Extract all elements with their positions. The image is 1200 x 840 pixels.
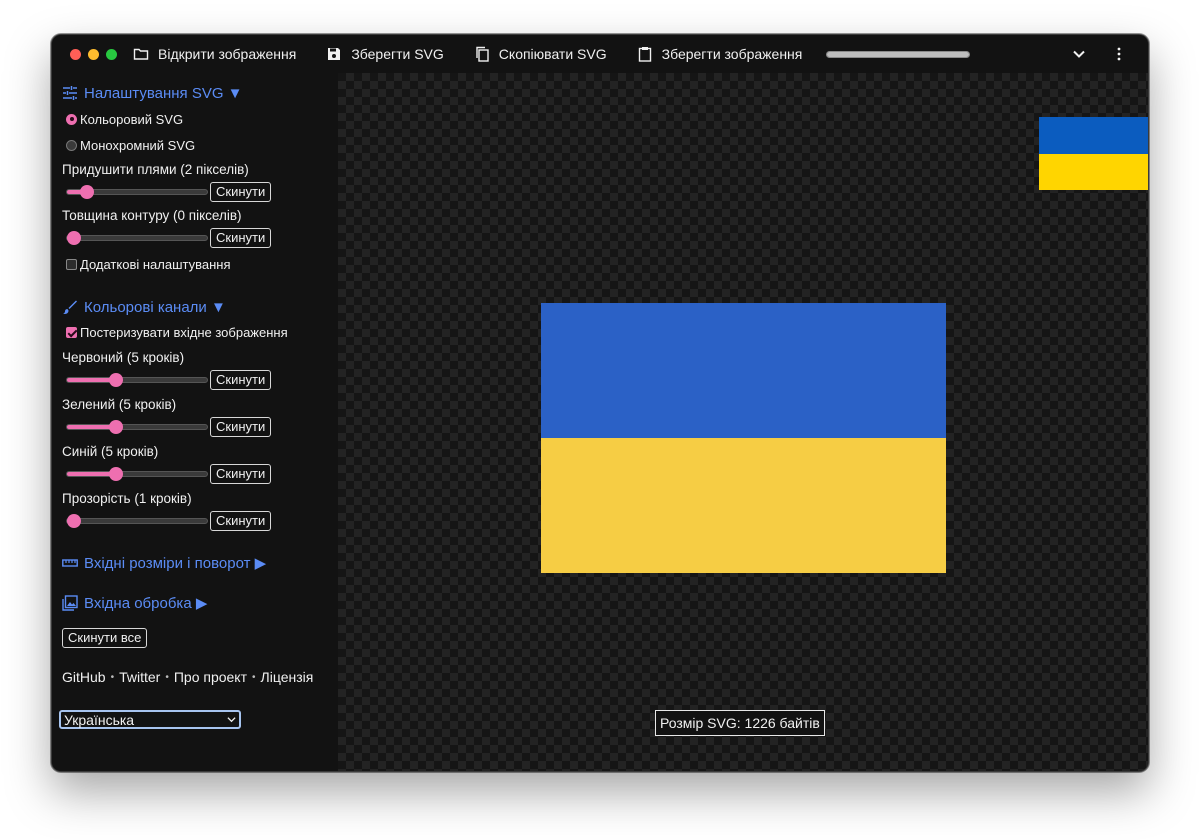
reset-red-button[interactable]: Скинути (210, 370, 272, 390)
posterize-label: Постеризувати вхідне зображення (80, 324, 288, 340)
footer-separator: • (165, 671, 169, 683)
stroke-width-slider[interactable] (66, 231, 208, 245)
advanced-settings-label: Додаткові налаштування (80, 256, 231, 272)
input-size-title: Вхідні розміри і поворот ▶ (84, 555, 267, 572)
reset-alpha-button[interactable]: Скинути (210, 511, 272, 531)
copy-svg-button[interactable]: Скопіювати SVG (474, 46, 607, 62)
chevron-down-icon (227, 717, 236, 723)
slider-thumb[interactable] (67, 514, 81, 528)
blue-channel-label: Синій (5 кроків) (62, 444, 159, 459)
copy-svg-label: Скопіювати SVG (498, 46, 607, 62)
image-gallery-icon (62, 595, 78, 611)
folder-icon (133, 48, 149, 60)
input-processing-title: Вхідна обробка ▶ (84, 595, 208, 612)
slider-thumb[interactable] (79, 185, 94, 199)
color-channels-title: Кольорові канали ▼ (84, 298, 226, 316)
progress-bar (826, 50, 971, 58)
green-channel-control: Скинути (62, 415, 338, 439)
save-svg-label: Зберегти SVG (351, 46, 444, 62)
language-selected-value: Українська (64, 711, 135, 728)
footer-separator: • (252, 671, 256, 683)
window-controls (70, 48, 117, 60)
green-channel-slider[interactable] (66, 420, 208, 434)
preview-yellow-stripe (541, 438, 946, 573)
svg-output-preview (541, 303, 946, 573)
chevron-down-icon[interactable] (1072, 47, 1086, 61)
close-window-button[interactable] (70, 48, 81, 60)
mono-svg-option[interactable]: Монохромний SVG (66, 136, 338, 154)
green-channel-label: Зелений (5 кроків) (62, 397, 177, 412)
stroke-width-control: Скинути (62, 226, 338, 250)
svg-preview-canvas: Розмір SVG: 1226 байтів (338, 73, 1148, 771)
open-image-button[interactable]: Відкрити зображення (133, 46, 296, 62)
copy-icon (476, 46, 489, 62)
toolbar-right (1072, 35, 1126, 73)
sliders-icon (63, 86, 77, 100)
stroke-width-label: Товщина контуру (0 пікселів) (62, 208, 242, 223)
settings-sidebar: Налаштування SVG ▼ Кольоровий SVG Монохр… (52, 73, 338, 771)
thumbnail-yellow-stripe (1039, 153, 1148, 190)
reset-stroke-button[interactable]: Скинути (210, 228, 272, 248)
advanced-settings-option[interactable]: Додаткові налаштування (66, 255, 338, 273)
maximize-window-button[interactable] (106, 48, 117, 60)
input-processing-header[interactable]: Вхідна обробка ▶ (62, 593, 338, 613)
language-select[interactable]: Українська (59, 710, 241, 729)
color-svg-radio[interactable] (66, 113, 77, 125)
blue-channel-control: Скинути (62, 462, 338, 486)
mono-svg-radio[interactable] (66, 139, 77, 151)
slider-thumb[interactable] (109, 467, 123, 481)
alpha-channel-control: Скинути (62, 509, 338, 533)
about-link[interactable]: Про проект (174, 669, 247, 685)
alpha-channel-label: Прозорість (1 кроків) (62, 491, 192, 506)
thumbnail-blue-stripe (1039, 117, 1148, 154)
advanced-settings-checkbox[interactable] (66, 258, 77, 270)
mono-svg-label: Монохромний SVG (80, 137, 196, 153)
progress-bar-fill (827, 51, 970, 57)
reset-green-button[interactable]: Скинути (210, 417, 272, 437)
license-link[interactable]: Ліцензія (261, 669, 314, 685)
save-image-label: Зберегти зображення (661, 46, 803, 62)
more-options-icon[interactable] (1112, 47, 1126, 61)
save-svg-button[interactable]: Зберегти SVG (326, 46, 444, 62)
blue-channel-slider[interactable] (66, 467, 208, 481)
suppress-speckles-slider[interactable] (66, 185, 208, 199)
save-image-button[interactable]: Зберегти зображення (637, 46, 803, 62)
ruler-icon (62, 559, 78, 567)
color-svg-option[interactable]: Кольоровий SVG (66, 110, 338, 128)
posterize-checkbox[interactable] (66, 326, 77, 338)
suppress-speckles-control: Скинути (62, 180, 338, 204)
slider-thumb[interactable] (67, 231, 81, 245)
red-channel-slider[interactable] (66, 373, 208, 387)
brush-icon (63, 300, 77, 314)
suppress-speckles-label: Придушити плями (2 пікселів) (62, 162, 249, 177)
svg-settings-title: Налаштування SVG ▼ (84, 84, 243, 102)
twitter-link[interactable]: Twitter (119, 669, 160, 685)
minimize-window-button[interactable] (88, 48, 99, 60)
toolbar: Відкрити зображення Зберегти SVG Скопіюв… (52, 35, 1148, 73)
github-link[interactable]: GitHub (62, 669, 106, 685)
svg-settings-header[interactable]: Налаштування SVG ▼ (62, 83, 338, 103)
slider-thumb[interactable] (109, 373, 123, 387)
color-channels-header[interactable]: Кольорові канали ▼ (62, 297, 338, 317)
slider-thumb[interactable] (109, 420, 123, 434)
input-size-header[interactable]: Вхідні розміри і поворот ▶ (62, 553, 338, 573)
footer-links: GitHub • Twitter • Про проект • Ліцензія (62, 669, 338, 685)
reset-all-button[interactable]: Скинути все (62, 628, 148, 648)
footer-separator: • (110, 671, 115, 683)
open-image-label: Відкрити зображення (158, 46, 297, 62)
clipboard-icon (638, 47, 651, 62)
reset-suppress-button[interactable]: Скинути (210, 182, 272, 202)
red-channel-control: Скинути (62, 368, 338, 392)
color-svg-label: Кольоровий SVG (80, 111, 184, 127)
red-channel-label: Червоний (5 кроків) (62, 350, 185, 365)
original-image-thumbnail (1039, 117, 1148, 190)
app-window: Відкрити зображення Зберегти SVG Скопіюв… (51, 34, 1149, 772)
reset-blue-button[interactable]: Скинути (210, 464, 272, 484)
svg-size-indicator: Розмір SVG: 1226 байтів (655, 710, 825, 736)
floppy-disk-icon (328, 48, 341, 60)
posterize-option[interactable]: Постеризувати вхідне зображення (66, 323, 338, 341)
preview-blue-stripe (541, 303, 946, 438)
alpha-channel-slider[interactable] (66, 514, 208, 528)
